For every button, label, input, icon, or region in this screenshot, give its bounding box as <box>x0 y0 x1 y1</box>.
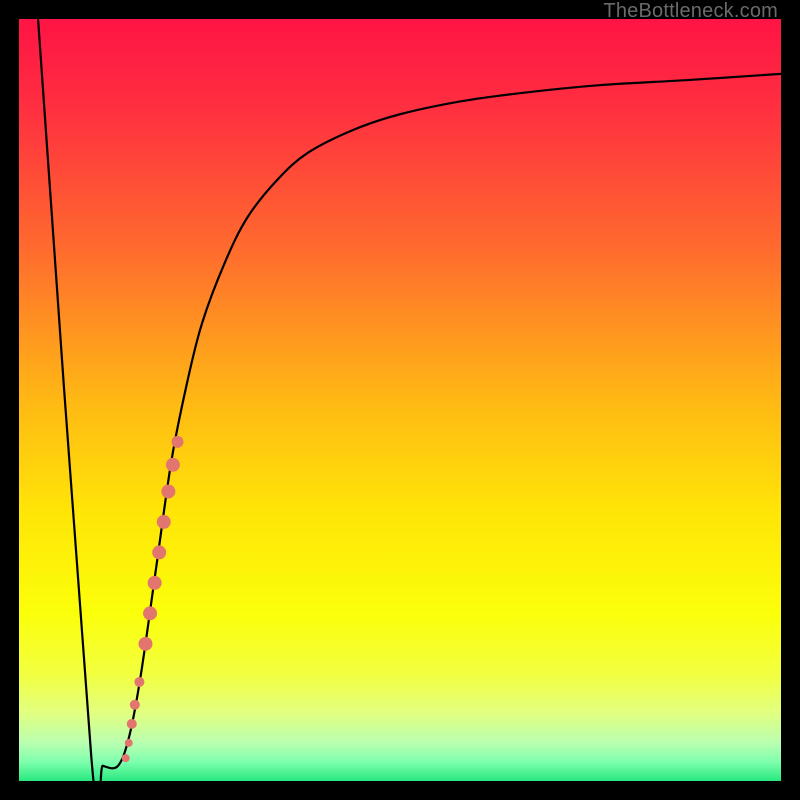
highlight-dot <box>166 458 180 472</box>
highlight-dot <box>130 700 140 710</box>
highlight-dot <box>134 677 144 687</box>
highlight-dot <box>152 545 166 559</box>
plot-area <box>19 19 781 781</box>
highlight-dot <box>138 637 152 651</box>
watermark-text: TheBottleneck.com <box>603 0 778 23</box>
highlight-dot <box>161 484 175 498</box>
highlight-dot <box>172 436 184 448</box>
highlight-dot <box>143 606 157 620</box>
highlight-dot <box>127 719 137 729</box>
chart-frame: TheBottleneck.com <box>0 0 800 800</box>
chart-overlay <box>19 19 781 781</box>
highlight-dot <box>148 576 162 590</box>
highlight-dot <box>125 739 133 747</box>
highlight-dot <box>122 754 130 762</box>
highlight-dot <box>157 515 171 529</box>
bottleneck-curve <box>38 19 781 781</box>
